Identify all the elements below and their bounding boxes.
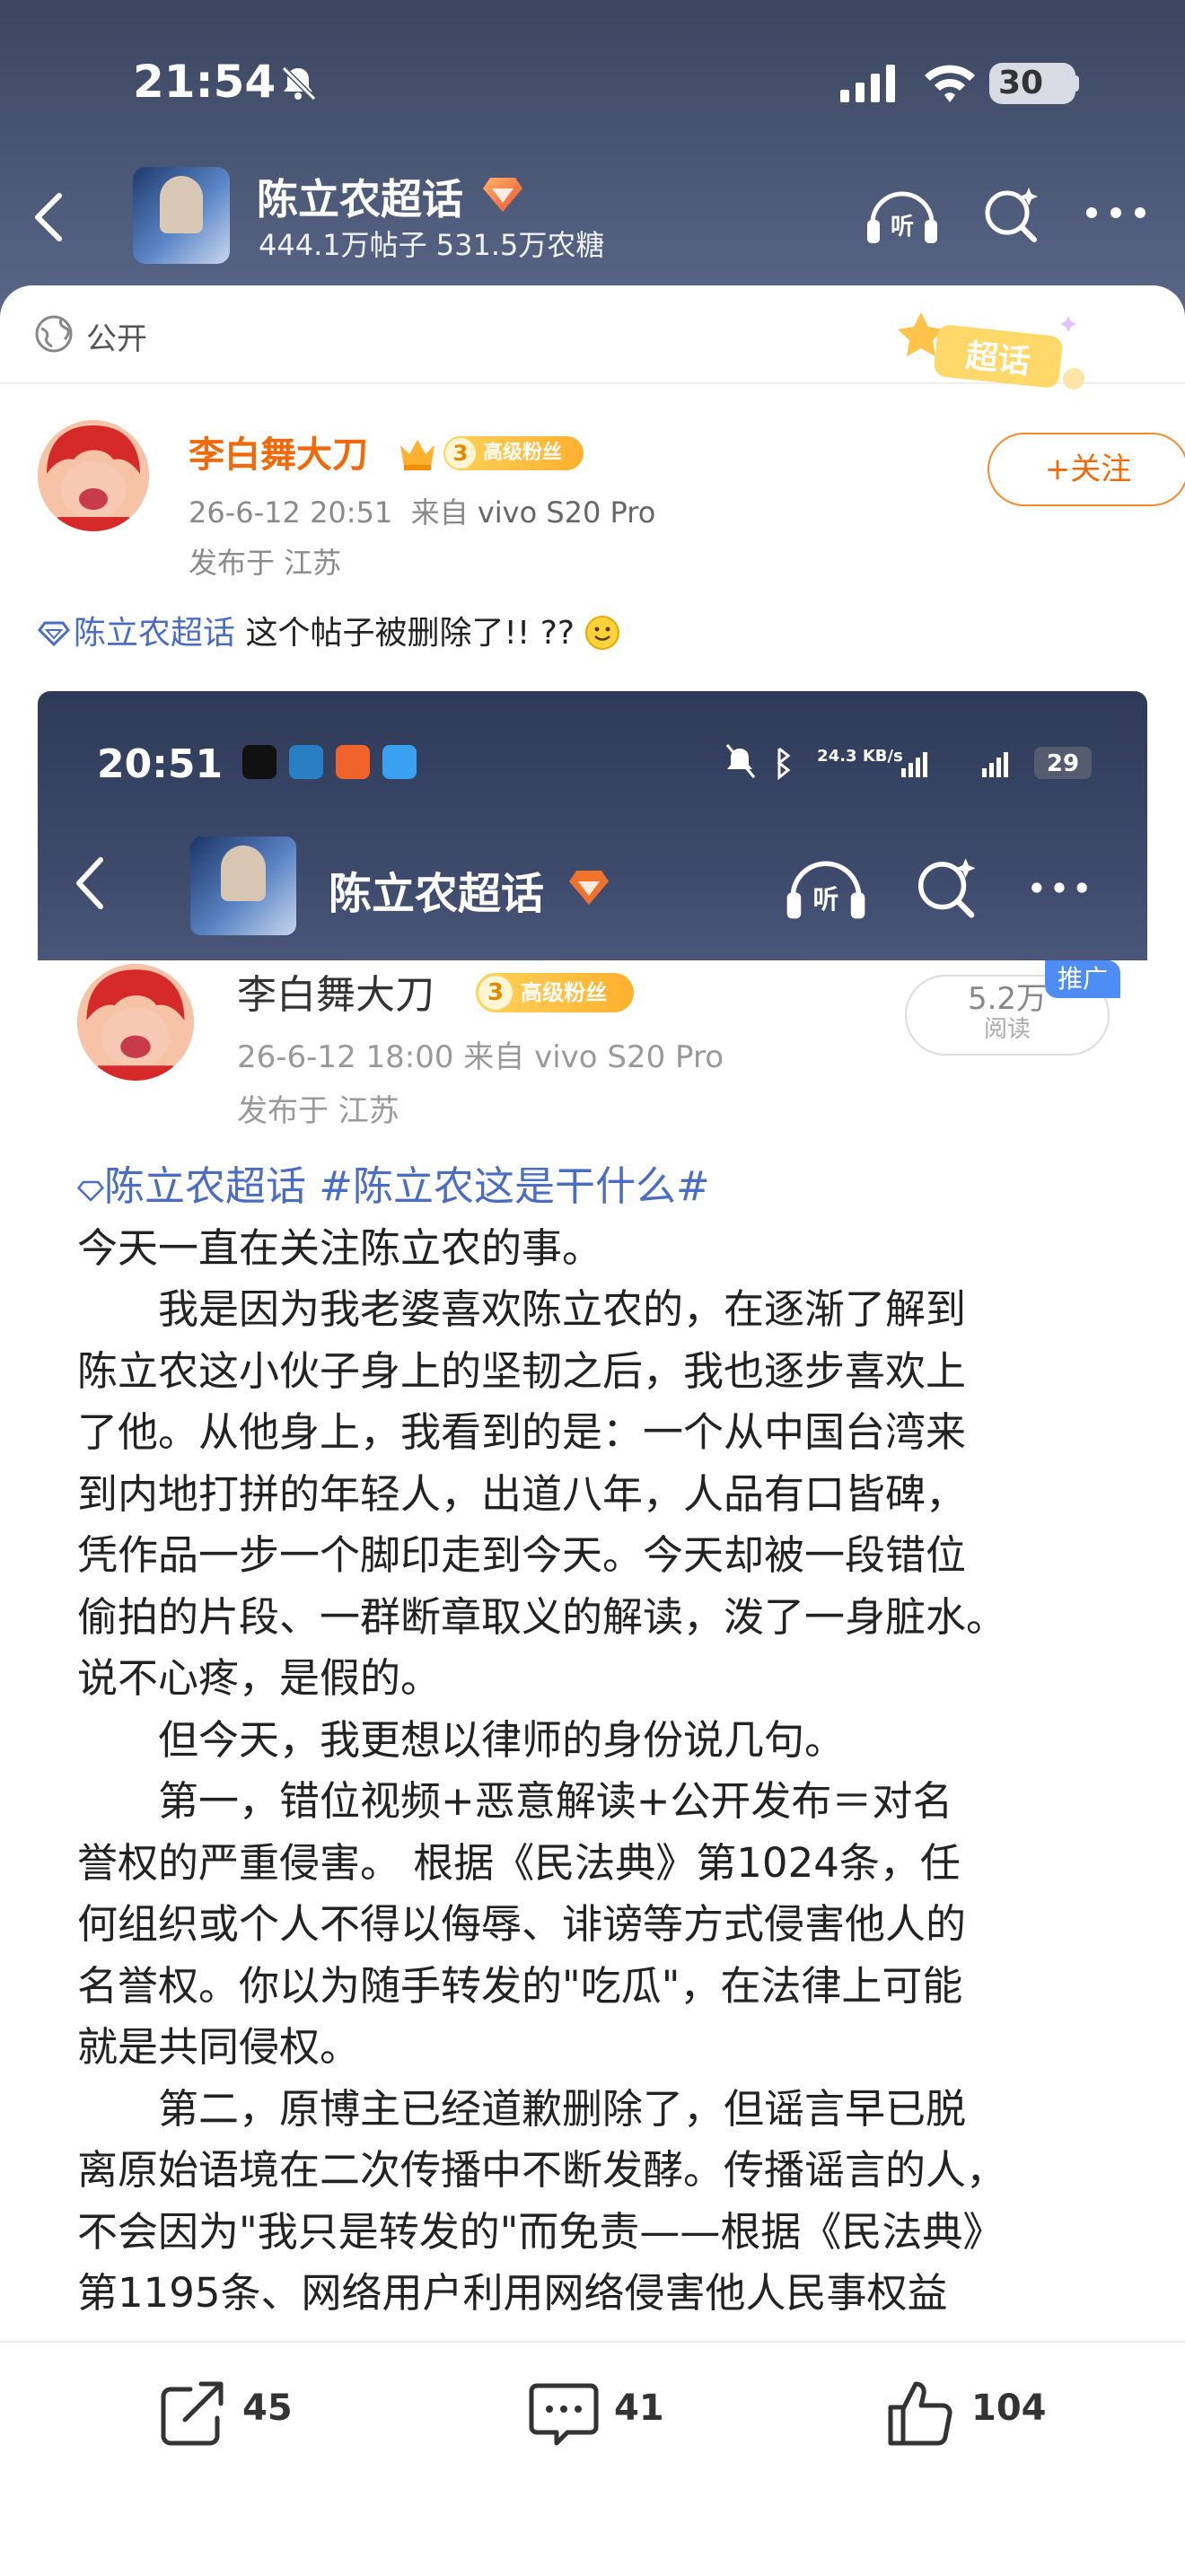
screenshot-topic-line: 陈立农超话 #陈立农这是干什么#	[77, 1156, 1119, 1218]
screenshot-fan-level: 3	[478, 976, 513, 1010]
embedded-screenshot-image[interactable]: 20:51 24.3 KB/s 29 陈立农超话 听 李白舞大刀 3 高级粉丝 …	[38, 691, 1147, 2343]
comment-count[interactable]: 41	[614, 2388, 664, 2429]
screenshot-line: 何组织或个人不得以侮辱、诽谤等方式侵害他人的	[77, 1900, 967, 1948]
screenshot-topic-avatar	[190, 837, 296, 935]
screenshot-diamond-badge-icon	[569, 871, 609, 905]
crown-icon	[400, 440, 434, 470]
repost-count[interactable]: 45	[242, 2388, 293, 2429]
more-icon[interactable]	[1083, 199, 1149, 226]
like-icon[interactable]	[883, 2377, 959, 2449]
screenshot-line: 了他。从他身上，我看到的是：一个从中国台湾来	[77, 1408, 967, 1456]
battery-tip	[1072, 75, 1079, 92]
topic-diamond-icon	[38, 621, 70, 646]
topic-avatar[interactable]	[133, 167, 230, 264]
screenshot-author-avatar	[77, 964, 194, 1081]
svg-text:听: 听	[891, 214, 914, 241]
promoted-badge: 推广	[1045, 960, 1120, 998]
author-name[interactable]: 李白舞大刀	[189, 425, 368, 478]
post-meta: 26-6-12 20:51 来自 vivo S20 Pro	[189, 490, 655, 531]
battery-level: 30	[997, 65, 1044, 101]
screenshot-net-speed: 24.3 KB/s	[817, 747, 903, 766]
topic-stats: 444.1万帖子 531.5万农糖	[259, 228, 605, 262]
topic-title: 陈立农超话	[257, 175, 463, 223]
screenshot-search-icon	[917, 858, 976, 918]
screenshot-line: 誉权的严重侵害。 根据《民法典》第1024条，任	[77, 1838, 961, 1887]
screenshot-status-icons: 24.3 KB/s 29	[725, 744, 1092, 781]
screenshot-line: 但今天，我更想以律师的身份说几句。	[77, 1715, 846, 1764]
battery-indicator: 30	[989, 63, 1075, 104]
tiktok-app-icon	[242, 745, 276, 779]
screenshot-line: 偷拍的片段、一群断章取义的解读，泼了一身脏水。	[77, 1592, 1007, 1641]
screenshot-line: 第二，原博主已经道歉删除了，但谣言早已脱	[77, 2084, 967, 2133]
svg-text:听: 听	[813, 884, 839, 915]
listen-headphones-icon[interactable]: 听	[864, 184, 941, 249]
post-timestamp: 26-6-12 20:51	[189, 495, 393, 530]
screenshot-fan-badge-label: 高级粉丝	[521, 980, 607, 1005]
screenshot-line: 我是因为我老婆喜欢陈立农的，在逐渐了解到	[77, 1285, 967, 1333]
post-text: 陈立农超话 这个帖子被删除了!! ??	[38, 607, 620, 653]
stamp-label: 超话	[964, 337, 1032, 381]
post-device: vivo S20 Pro	[477, 495, 656, 530]
avatar-figure	[160, 176, 203, 233]
post-source-label: 来自	[410, 495, 469, 530]
post-location: 发布于 江苏	[189, 546, 342, 580]
screenshot-line: 凭作品一步一个脚印走到今天。今天却被一段错位	[77, 1531, 967, 1579]
screenshot-line: 不会因为"我只是转发的"而免责——根据《民法典》	[77, 2207, 1004, 2256]
diamond-badge-icon	[483, 178, 522, 212]
screenshot-line: 到内地打拼的年轻人，出道八年，人品有口皆碑，	[77, 1469, 967, 1518]
topic-diamond-icon	[77, 1180, 104, 1202]
bell-off-icon	[281, 66, 317, 101]
telegram-app-icon	[382, 745, 417, 779]
screenshot-post-location: 发布于 江苏	[237, 1093, 399, 1129]
status-time: 21:54	[133, 56, 276, 108]
cartoon-avatar-icon	[77, 964, 194, 1081]
back-icon[interactable]	[29, 190, 68, 244]
follow-button[interactable]: +关注	[988, 433, 1185, 506]
topic-header-background	[0, 0, 1185, 323]
comment-icon[interactable]	[526, 2377, 601, 2449]
screenshot-topic-title: 陈立农超话	[329, 869, 545, 919]
screenshot-listen-icon: 听	[786, 861, 865, 919]
fan-badge-label: 高级粉丝	[483, 442, 563, 464]
like-count[interactable]: 104	[971, 2388, 1047, 2429]
globe-icon	[35, 315, 73, 353]
visibility-label: 公开	[86, 321, 147, 357]
topic-link[interactable]: 陈立农超话	[74, 615, 235, 652]
screenshot-line: 就是共同侵权。	[77, 2023, 361, 2071]
app-icon	[289, 745, 323, 779]
cellular-signal-icon	[840, 65, 895, 102]
screenshot-more-icon	[1031, 882, 1087, 893]
screenshot-line: 说不心疼，是假的。	[77, 1654, 442, 1702]
fan-level-badge: 3 高级粉丝	[443, 436, 584, 470]
screenshot-line: 离原始语境在二次传播中不断发酵。传播谣言的人，	[77, 2146, 1007, 2194]
read-count-label: 阅读	[983, 1016, 1031, 1043]
screenshot-line: 第1195条、网络用户利用网络侵害他人民事权益	[77, 2269, 948, 2317]
screenshot-back-icon	[76, 857, 103, 909]
screenshot-post-meta: 26-6-12 18:00 来自 vivo S20 Pro	[237, 1039, 724, 1075]
smile-emoji-icon	[585, 616, 620, 650]
screenshot-line: 陈立农这小伙子身上的坚韧之后，我也逐步喜欢上	[77, 1346, 967, 1395]
screenshot-line: 名誉权。你以为随手转发的"吃瓜"，在法律上可能	[77, 1961, 963, 2010]
search-icon[interactable]	[980, 184, 1043, 247]
cartoon-avatar-icon	[38, 420, 149, 531]
screenshot-author-name: 李白舞大刀	[237, 972, 434, 1018]
screenshot-line: 第一，错位视频+恶意解读+公开发布＝对名	[77, 1777, 953, 1825]
author-avatar[interactable]	[38, 420, 149, 531]
repost-icon[interactable]	[154, 2377, 230, 2449]
wifi-icon	[925, 65, 975, 102]
screenshot-fan-badge: 3 高级粉丝	[476, 973, 634, 1012]
app-icon	[336, 745, 370, 779]
screenshot-line: 今天一直在关注陈立农的事。	[77, 1223, 603, 1272]
screenshot-time: 20:51	[97, 741, 224, 787]
screenshot-line: 陈立农超话 #陈立农这是干什么#	[104, 1162, 710, 1210]
post-body: 这个帖子被删除了!! ??	[245, 615, 575, 652]
screenshot-post-text: 陈立农超话 #陈立农这是干什么# 今天一直在关注陈立农的事。 我是因为我老婆喜欢…	[77, 1156, 1119, 2325]
chaohua-stamp-icon: 超话	[898, 312, 1084, 390]
screenshot-battery: 29	[1047, 750, 1079, 777]
fan-level: 3	[445, 438, 476, 469]
